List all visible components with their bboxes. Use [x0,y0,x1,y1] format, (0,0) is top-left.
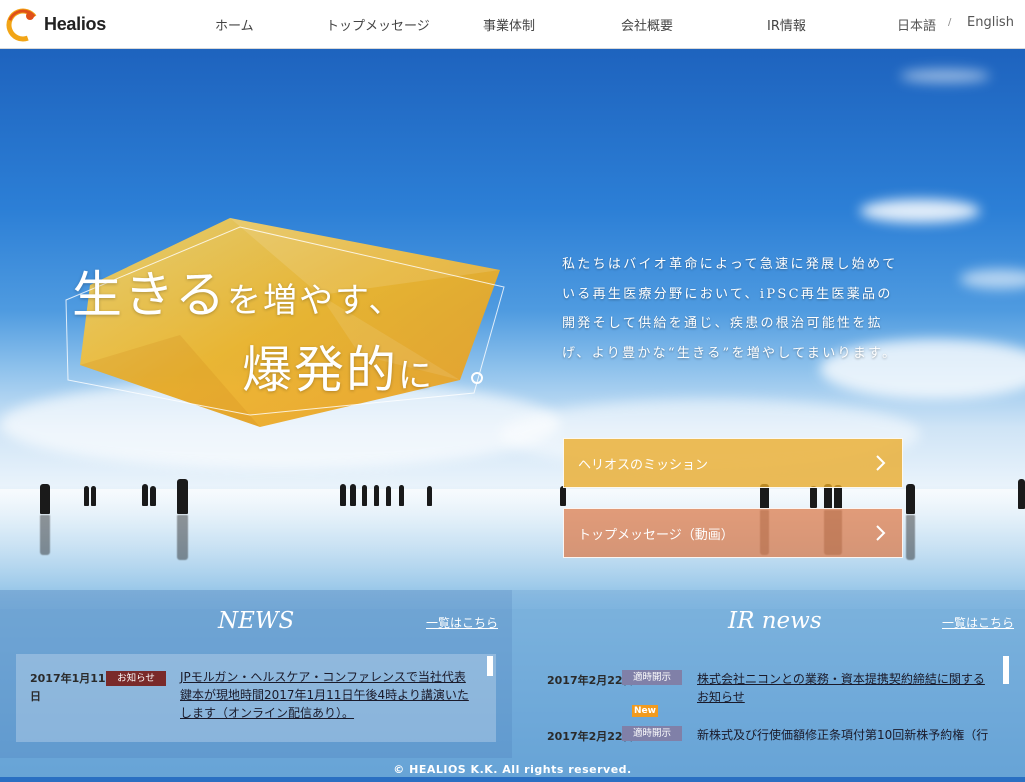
person-silhouette [1018,479,1025,509]
cloud [960,269,1025,289]
nav-business[interactable]: 事業体制 [483,15,535,34]
hero-headline-line2: 爆発的に [242,341,434,399]
lang-japanese[interactable]: 日本語 [897,15,936,34]
footer-copyright: © HEALIOS K.K. All rights reserved. [0,758,1025,777]
top-message-video-button[interactable]: トップメッセージ（動画） [563,508,903,558]
person-reflection [40,515,50,555]
news-scrollbar[interactable] [487,656,493,676]
lang-english[interactable]: English [967,15,1014,30]
top-message-button-label: トップメッセージ（動画） [578,527,734,543]
hero-headline-line1: 生きるを増やす、 [72,266,405,324]
person-silhouette [560,486,566,506]
chevron-right-icon [876,525,886,541]
person-silhouette [362,485,367,506]
person-silhouette [40,484,50,514]
ir-news-more-link[interactable]: 一覧はこちら [942,614,1014,631]
nav-home[interactable]: ホーム [215,15,254,34]
person-silhouette [150,486,156,506]
cloud [860,199,980,223]
ir-news-item-link[interactable]: 新株式及び行使価額修正条項付第10回新株予約権（行 [697,726,988,744]
person-silhouette [91,486,96,506]
ir-news-item-link[interactable]: 株式会社ニコンとの業務・資本提携契約締結に関するお知らせ [697,670,987,706]
person-silhouette [350,484,356,506]
news-list: 2017年1月11 日 お知らせ JPモルガン・ヘルスケア・コンファレンスで当社… [16,654,496,742]
ir-news-list: 2017年2月22日 適時開示 New 株式会社ニコンとの業務・資本提携契約締結… [528,654,1010,758]
ir-news-panel: IR news 一覧はこちら 2017年2月22日 適時開示 New 株式会社ニ… [512,590,1025,758]
ir-news-scrollbar[interactable] [1003,656,1009,684]
person-silhouette [427,486,432,506]
hero-intro-text: 私たちはバイオ革命によって急速に発展し始めている再生医療分野において、iPSC再… [562,257,898,361]
person-silhouette [340,484,346,506]
news-title: NEWS [218,608,295,634]
lang-separator: / [948,17,952,28]
cloud [900,69,990,83]
new-badge: New [632,705,658,717]
nav-top-message[interactable]: トップメッセージ [326,15,430,34]
healios-logo[interactable]: Healios [6,6,116,42]
person-silhouette [834,485,842,509]
news-item-link[interactable]: JPモルガン・ヘルスケア・コンファレンスで当社代表鍵本が現地時間2017年1月1… [180,668,470,722]
nav-company[interactable]: 会社概要 [621,15,673,34]
ir-category-badge: 適時開示 [622,670,682,685]
chevron-right-icon [876,455,886,471]
ir-news-title: IR news [728,608,822,634]
news-date: 2017年1月11 [30,672,106,685]
ir-news-date: 2017年2月22日 [547,730,634,743]
news-panel: NEWS 一覧はこちら 2017年1月11 日 お知らせ JPモルガン・ヘルスケ… [0,590,512,758]
person-silhouette [142,484,148,506]
nav-ir[interactable]: IR情報 [767,15,806,34]
ir-category-badge: 適時開示 [622,726,682,741]
headline-circle-mark [471,372,483,384]
site-header: Healios ホーム トップメッセージ 事業体制 会社概要 IR情報 日本語 … [0,0,1025,49]
mission-button[interactable]: ヘリオスのミッション [563,438,903,488]
mission-button-label: ヘリオスのミッション [578,457,709,473]
person-reflection [177,515,188,560]
person-silhouette [386,486,391,506]
news-more-link[interactable]: 一覧はこちら [426,614,498,631]
ir-news-date: 2017年2月22日 [547,674,634,687]
person-silhouette [374,485,379,506]
person-silhouette [810,486,817,508]
person-silhouette [906,484,915,514]
person-silhouette [84,486,89,506]
logo-text: Healios [44,13,106,34]
person-silhouette [399,485,404,506]
person-reflection [906,515,915,560]
healios-sun-icon [6,8,40,42]
news-date-suffix: 日 [30,690,41,703]
person-silhouette [177,479,188,514]
news-category-badge: お知らせ [106,671,166,686]
